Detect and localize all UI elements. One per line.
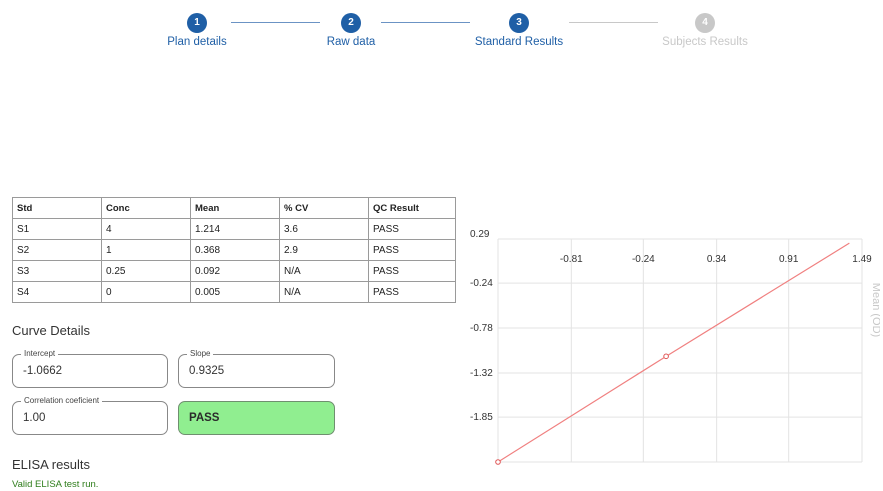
table-cell: 1 <box>101 239 191 261</box>
table-cell: S3 <box>12 260 102 282</box>
elisa-results-page: 1 Plan details 2 Raw data 3 Standard Res… <box>0 0 883 491</box>
step-number: 4 <box>695 13 715 33</box>
table-cell: 1.214 <box>190 218 280 240</box>
standard-curve-chart: 0.29 -0.24 -0.78 -1.32 -1.85 -0.81 -0.24 0.34 0.… <box>470 229 880 465</box>
intercept-label: Intercept <box>21 349 59 358</box>
table-cell: 0.005 <box>190 281 280 303</box>
intercept-value: -1.0662 <box>23 365 63 377</box>
step-number: 2 <box>341 13 361 33</box>
y-tick-label: -0.78 <box>470 323 493 334</box>
table-row: S3 0.25 0.092 N/A PASS <box>12 260 456 282</box>
intercept-field[interactable]: Intercept -1.0662 <box>12 349 168 388</box>
table-row: S4 0 0.005 N/A PASS <box>12 281 456 303</box>
table-cell: PASS <box>368 239 456 261</box>
column-header-std: Std <box>12 197 102 219</box>
table-cell: PASS <box>368 218 456 240</box>
correlation-value: 1.00 <box>23 412 46 424</box>
progress-stepper: 1 Plan details 2 Raw data 3 Standard Res… <box>0 0 883 60</box>
table-cell: S2 <box>12 239 102 261</box>
step-plan-details[interactable]: 1 Plan details <box>132 13 262 48</box>
table-cell: S4 <box>12 281 102 303</box>
step-label: Plan details <box>167 36 227 48</box>
series-line <box>497 242 850 463</box>
x-tick-label: 0.91 <box>779 254 799 265</box>
table-cell: 2.9 <box>279 239 369 261</box>
x-tick-label: -0.81 <box>560 254 583 265</box>
correlation-field[interactable]: Correlation coeficient 1.00 <box>12 396 168 435</box>
slope-value: 0.9325 <box>189 365 225 377</box>
y-tick-label: -1.32 <box>470 368 493 379</box>
step-standard-results[interactable]: 3 Standard Results <box>454 13 584 48</box>
table-cell: 0.25 <box>101 260 191 282</box>
table-cell: 4 <box>101 218 191 240</box>
table-cell: 0 <box>101 281 191 303</box>
x-tick-label: 0.34 <box>707 254 727 265</box>
table-header-row: Std Conc Mean % CV QC Result <box>12 197 456 219</box>
column-header-cv: % CV <box>279 197 369 219</box>
table-row: S1 4 1.214 3.6 PASS <box>12 218 456 240</box>
step-raw-data[interactable]: 2 Raw data <box>286 13 416 48</box>
table-cell: 0.368 <box>190 239 280 261</box>
data-point <box>495 459 501 465</box>
table-cell: N/A <box>279 281 369 303</box>
x-tick-label: -0.24 <box>632 254 655 265</box>
step-label: Raw data <box>326 36 376 48</box>
curve-result-badge: PASS <box>178 401 335 435</box>
slope-label: Slope <box>187 349 214 358</box>
table-row: S2 1 0.368 2.9 PASS <box>12 239 456 261</box>
table-cell: PASS <box>368 260 456 282</box>
column-header-qc-result: QC Result <box>368 197 456 219</box>
table-cell: 3.6 <box>279 218 369 240</box>
column-header-mean: Mean <box>190 197 280 219</box>
standards-table: Std Conc Mean % CV QC Result S1 4 1.214 … <box>12 197 456 303</box>
step-number: 3 <box>509 13 529 33</box>
step-number: 1 <box>187 13 207 33</box>
elisa-status-message: Valid ELISA test run. <box>12 479 99 490</box>
table-cell: 0.092 <box>190 260 280 282</box>
step-label: Standard Results <box>474 36 564 48</box>
correlation-label: Correlation coeficient <box>21 396 103 405</box>
column-header-conc: Conc <box>101 197 191 219</box>
y-axis-title: Mean (OD) <box>870 283 880 337</box>
y-tick-label: 0.29 <box>470 229 490 240</box>
step-label: Subjects Results <box>662 36 748 48</box>
data-point <box>663 353 669 360</box>
y-tick-label: -1.85 <box>470 412 493 423</box>
slope-field[interactable]: Slope 0.9325 <box>178 349 335 388</box>
x-tick-label: 1.49 <box>852 254 872 265</box>
curve-result-value: PASS <box>189 412 220 424</box>
step-subjects-results[interactable]: 4 Subjects Results <box>640 13 770 48</box>
y-tick-label: -0.24 <box>470 278 493 289</box>
table-cell: N/A <box>279 260 369 282</box>
elisa-results-title: ELISA results <box>12 457 91 472</box>
table-cell: S1 <box>12 218 102 240</box>
table-cell: PASS <box>368 281 456 303</box>
curve-details-title: Curve Details <box>12 323 91 338</box>
